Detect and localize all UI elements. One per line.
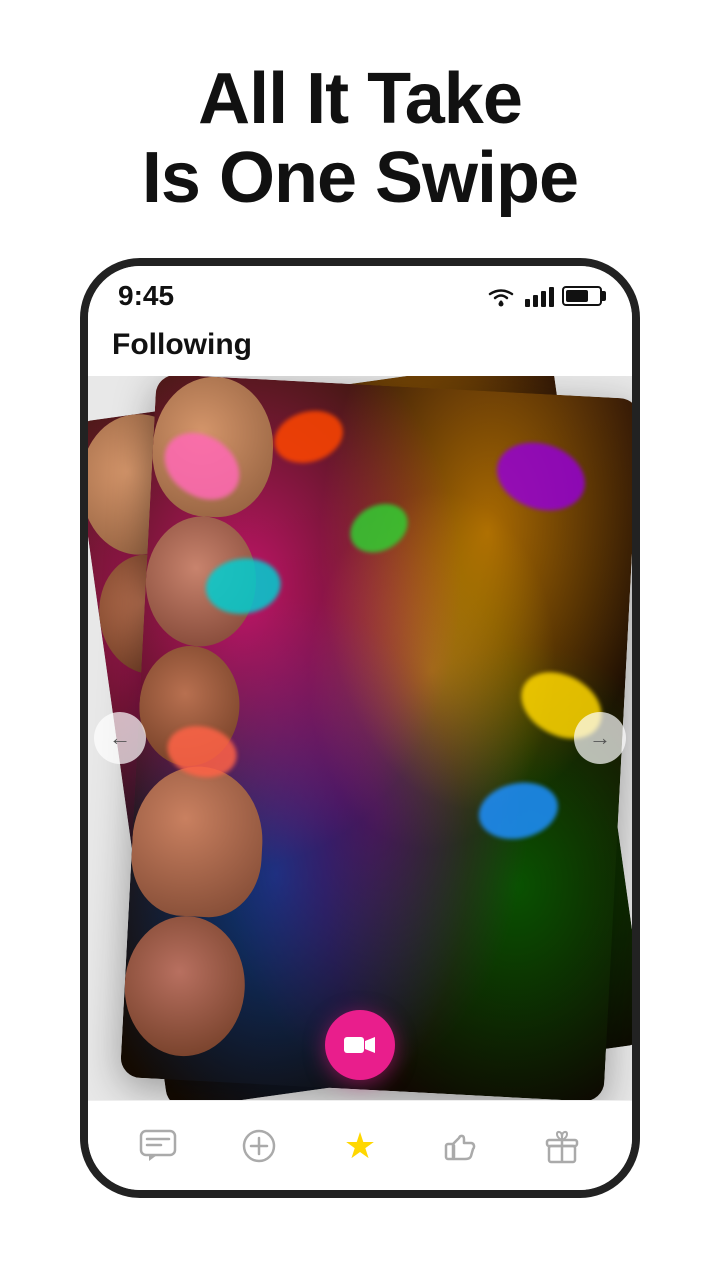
swipe-left-button[interactable]: ← (94, 712, 146, 764)
card-front[interactable] (120, 376, 632, 1100)
video-call-button[interactable] (325, 1010, 395, 1080)
phone-mockup: 9:45 (80, 258, 640, 1280)
app-header: Following (88, 322, 632, 376)
right-arrow-icon: → (589, 725, 611, 751)
chat-icon (139, 1129, 177, 1163)
nav-item-add[interactable] (227, 1114, 291, 1178)
status-time: 9:45 (118, 280, 174, 312)
left-arrow-icon: ← (109, 725, 131, 751)
nav-item-gift[interactable] (530, 1114, 594, 1178)
gift-icon (545, 1128, 579, 1164)
headline: All It Take Is One Swipe (142, 60, 578, 218)
add-icon (242, 1129, 276, 1163)
following-title: Following (112, 328, 252, 361)
headline-line1: All It Take (142, 60, 578, 139)
headline-line2: Is One Swipe (142, 139, 578, 218)
signal-icon (525, 285, 554, 307)
nav-item-star[interactable]: ★ (328, 1114, 392, 1178)
video-icon (344, 1033, 376, 1057)
bottom-nav: ★ (88, 1100, 632, 1190)
card-area: ← → (88, 376, 632, 1100)
nav-item-like[interactable] (429, 1114, 493, 1178)
wifi-icon (485, 284, 517, 308)
like-icon (443, 1130, 479, 1162)
status-icons (485, 284, 602, 308)
battery-icon (562, 286, 602, 306)
swipe-right-button[interactable]: → (574, 712, 626, 764)
star-icon: ★ (344, 1125, 376, 1167)
status-bar: 9:45 (88, 266, 632, 322)
nav-item-chat[interactable] (126, 1114, 190, 1178)
phone-frame: 9:45 (80, 258, 640, 1198)
